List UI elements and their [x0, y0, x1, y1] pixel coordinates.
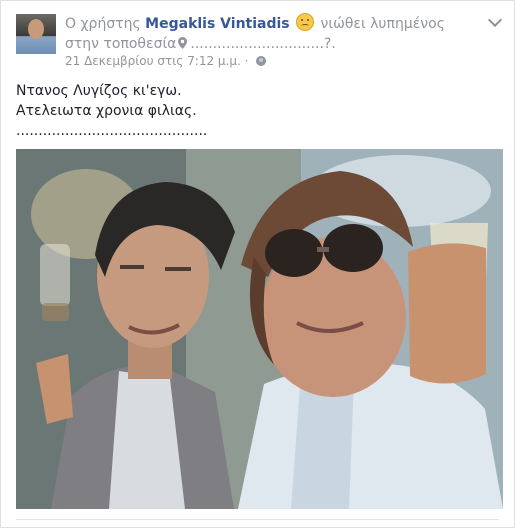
- post-timestamp-link[interactable]: 21 Δεκεμβρίου στις 7:12 μ.μ.: [65, 54, 241, 68]
- post-text-line-1: Ντανος Λυγίζος κι'εγω.: [16, 83, 182, 99]
- avatar-face: [28, 19, 44, 39]
- feeling-text: νιώθει λυπημένος: [320, 16, 445, 32]
- profile-avatar[interactable]: [16, 14, 56, 54]
- post-photo[interactable]: [16, 149, 503, 509]
- author-name-link[interactable]: Megaklis Vintiadis: [145, 16, 289, 32]
- post-card: Ο χρήστης Megaklis Vintiadis νιώθει λυπη…: [0, 0, 515, 528]
- post-body: Ντανος Λυγίζος κι'εγω. Ατελειωτα χρονια …: [16, 81, 207, 141]
- post-meta: 21 Δεκεμβρίου στις 7:12 μ.μ. ·: [65, 53, 267, 69]
- post-divider: [16, 519, 499, 520]
- post-header: Ο χρήστης Megaklis Vintiadis νιώθει λυπη…: [65, 13, 475, 54]
- location-lead-text: στην τοποθεσία: [65, 36, 177, 52]
- post-text-line-3: ........................................…: [16, 123, 208, 139]
- header-prefix: Ο χρήστης: [65, 16, 141, 32]
- map-pin-icon: [178, 37, 188, 49]
- post-text-line-2: Ατελειωτα χρονια φιλιας.: [16, 103, 197, 119]
- sad-face-icon: [296, 13, 315, 31]
- photo-illustration: [16, 149, 503, 509]
- meta-separator: ·: [244, 54, 249, 68]
- globe-icon[interactable]: [256, 56, 267, 66]
- location-link[interactable]: ..............................?.: [190, 36, 335, 52]
- post-menu-chevron-down-icon[interactable]: [487, 12, 503, 28]
